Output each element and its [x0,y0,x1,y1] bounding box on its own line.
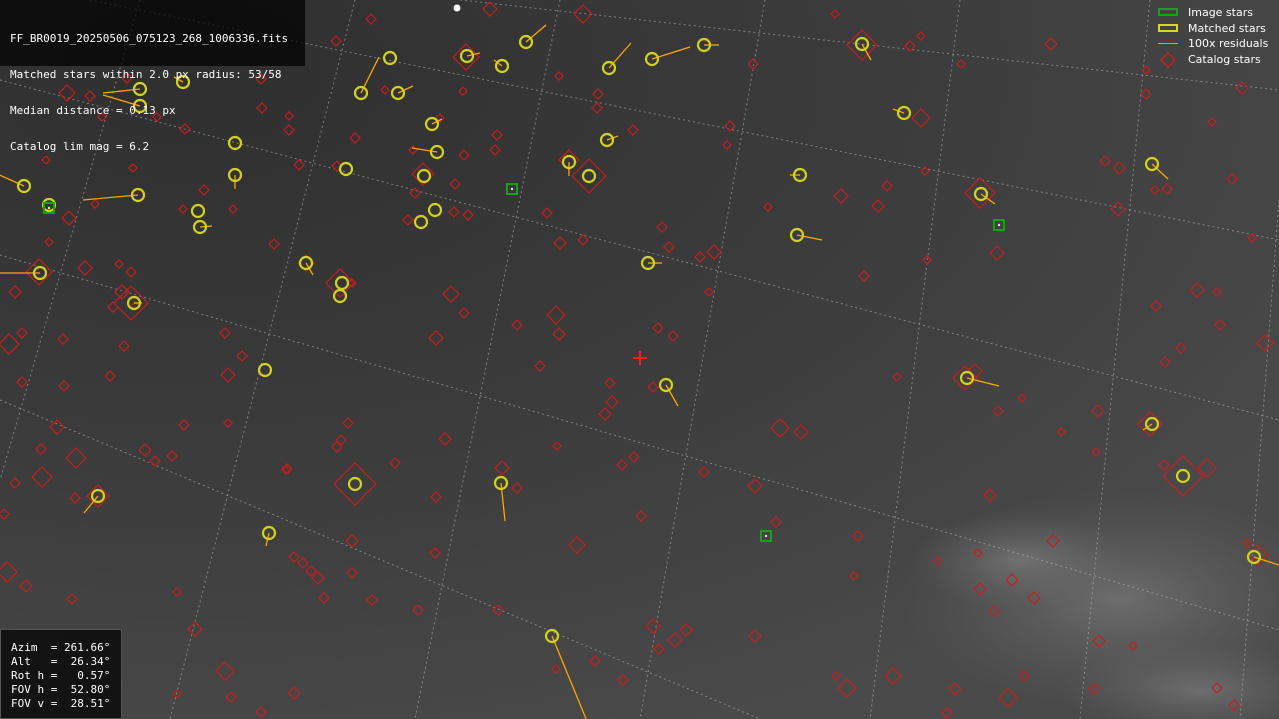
legend-residuals: 100x residuals [1150,36,1279,52]
legend-matched-stars: Matched stars [1150,21,1279,37]
file-name: FF_BR0019_20250506_075123_268_1006336.fi… [10,32,289,45]
circle-icon [1158,23,1178,32]
line-icon [1158,43,1178,45]
median-distance-info: Median distance = 0.13 px [10,104,176,117]
fov-vertical-value: FOV v = 28.51° [11,697,111,710]
diamond-icon [1160,51,1176,68]
star-dot [997,223,1001,227]
fov-horizontal-value: FOV h = 52.80° [11,683,111,696]
file-info-panel: FF_BR0019_20250506_075123_268_1006336.fi… [0,0,305,153]
legend-label: Catalog stars [1188,52,1261,66]
legend: Image stars Matched stars 100x residuals… [1150,5,1279,71]
legend-catalog-stars: Catalog stars [1150,51,1279,68]
legend-label: 100x residuals [1188,37,1269,51]
azimuth-value: Azim = 261.66° [11,641,111,654]
legend-label: Image stars [1188,6,1253,19]
legend-image-stars: Image stars [1150,5,1279,21]
star-dot [510,187,514,191]
legend-label: Matched stars [1188,21,1266,35]
star-dot [764,534,768,538]
bright-star [453,4,461,12]
rotation-value: Rot h = 0.57° [11,669,111,682]
altitude-value: Alt = 26.34° [11,655,111,668]
pointing-info-panel: Azim = 261.66° Alt = 26.34° Rot h = 0.57° F… [0,629,122,719]
cloud [910,510,1130,610]
star-dot [47,206,51,210]
catalog-limit-info: Catalog lim mag = 6.2 [10,140,150,153]
square-icon [1158,8,1178,16]
matched-stars-info: Matched stars within 2.0 px radius: 53/5… [10,68,282,81]
